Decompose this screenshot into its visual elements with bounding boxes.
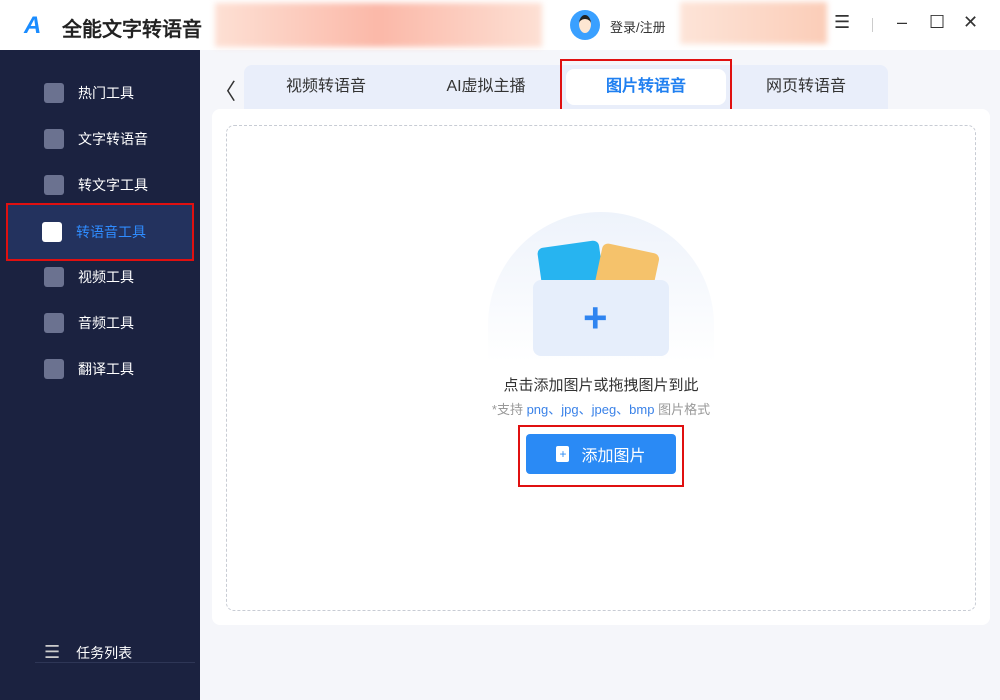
title-bar: A 全能文字转语音 登录/注册 ☰ – ☐ ✕ bbox=[0, 0, 1000, 50]
tab-web-to-speech[interactable]: 网页转语音 bbox=[726, 65, 886, 109]
close-button[interactable]: ✕ bbox=[963, 12, 978, 33]
sidebar-item-label: 视频工具 bbox=[78, 269, 134, 285]
sidebar-item-label: 转文字工具 bbox=[78, 177, 148, 193]
drop-hint: 点击添加图片或拖拽图片到此 bbox=[503, 377, 699, 394]
supported-formats: *支持 png、jpg、jpeg、bmp 图片格式 bbox=[0, 399, 1000, 418]
sidebar-item-label: 文字转语音 bbox=[78, 131, 148, 147]
sidebar-item-video[interactable]: 视频工具 bbox=[10, 255, 192, 299]
format-list: png、jpg、jpeg、bmp bbox=[526, 402, 655, 417]
app-logo: A bbox=[24, 12, 42, 39]
support-prefix: *支持 bbox=[491, 402, 527, 417]
video-tool-icon bbox=[44, 267, 64, 287]
tool-icon bbox=[44, 175, 64, 195]
back-arrow-icon[interactable]: 〈 bbox=[214, 74, 236, 106]
minimize-button[interactable]: – bbox=[897, 12, 907, 33]
task-list-label: 任务列表 bbox=[76, 644, 133, 661]
sliders-icon: ☰ bbox=[44, 642, 61, 662]
tab-video-to-speech[interactable]: 视频转语音 bbox=[246, 65, 406, 109]
app-title: 全能文字转语音 bbox=[62, 19, 202, 41]
sidebar-item-hot-tools[interactable]: 热门工具 bbox=[10, 71, 192, 115]
login-link[interactable]: 登录/注册 bbox=[610, 17, 666, 36]
highlight-box bbox=[560, 59, 732, 116]
sidebar-item-to-text[interactable]: 转文字工具 bbox=[10, 163, 192, 207]
tool-icon bbox=[44, 129, 64, 149]
sidebar-item-to-speech[interactable]: 转语音工具 bbox=[6, 203, 194, 261]
tab-ai-anchor[interactable]: AI虚拟主播 bbox=[406, 65, 566, 109]
drop-zone[interactable] bbox=[226, 125, 976, 611]
avatar[interactable] bbox=[570, 10, 600, 40]
divider bbox=[872, 18, 873, 32]
plus-icon: + bbox=[583, 294, 608, 341]
tool-icon bbox=[42, 222, 62, 242]
blurred-banner-2 bbox=[680, 2, 827, 44]
highlight-box bbox=[518, 425, 684, 487]
sidebar-item-label: 转语音工具 bbox=[76, 224, 146, 240]
maximize-button[interactable]: ☐ bbox=[929, 12, 945, 33]
task-list-button[interactable]: ☰ 任务列表 bbox=[44, 642, 132, 663]
support-suffix: 图片格式 bbox=[654, 402, 711, 417]
sidebar-item-label: 音频工具 bbox=[78, 315, 134, 331]
audio-tool-icon bbox=[44, 313, 64, 333]
sidebar-item-text-to-speech[interactable]: 文字转语音 bbox=[10, 117, 192, 161]
blurred-banner bbox=[215, 3, 542, 47]
menu-icon[interactable]: ☰ bbox=[834, 12, 850, 33]
grid-icon bbox=[44, 83, 64, 103]
sidebar-item-label: 热门工具 bbox=[78, 85, 134, 101]
sidebar-item-audio[interactable]: 音频工具 bbox=[10, 301, 192, 345]
